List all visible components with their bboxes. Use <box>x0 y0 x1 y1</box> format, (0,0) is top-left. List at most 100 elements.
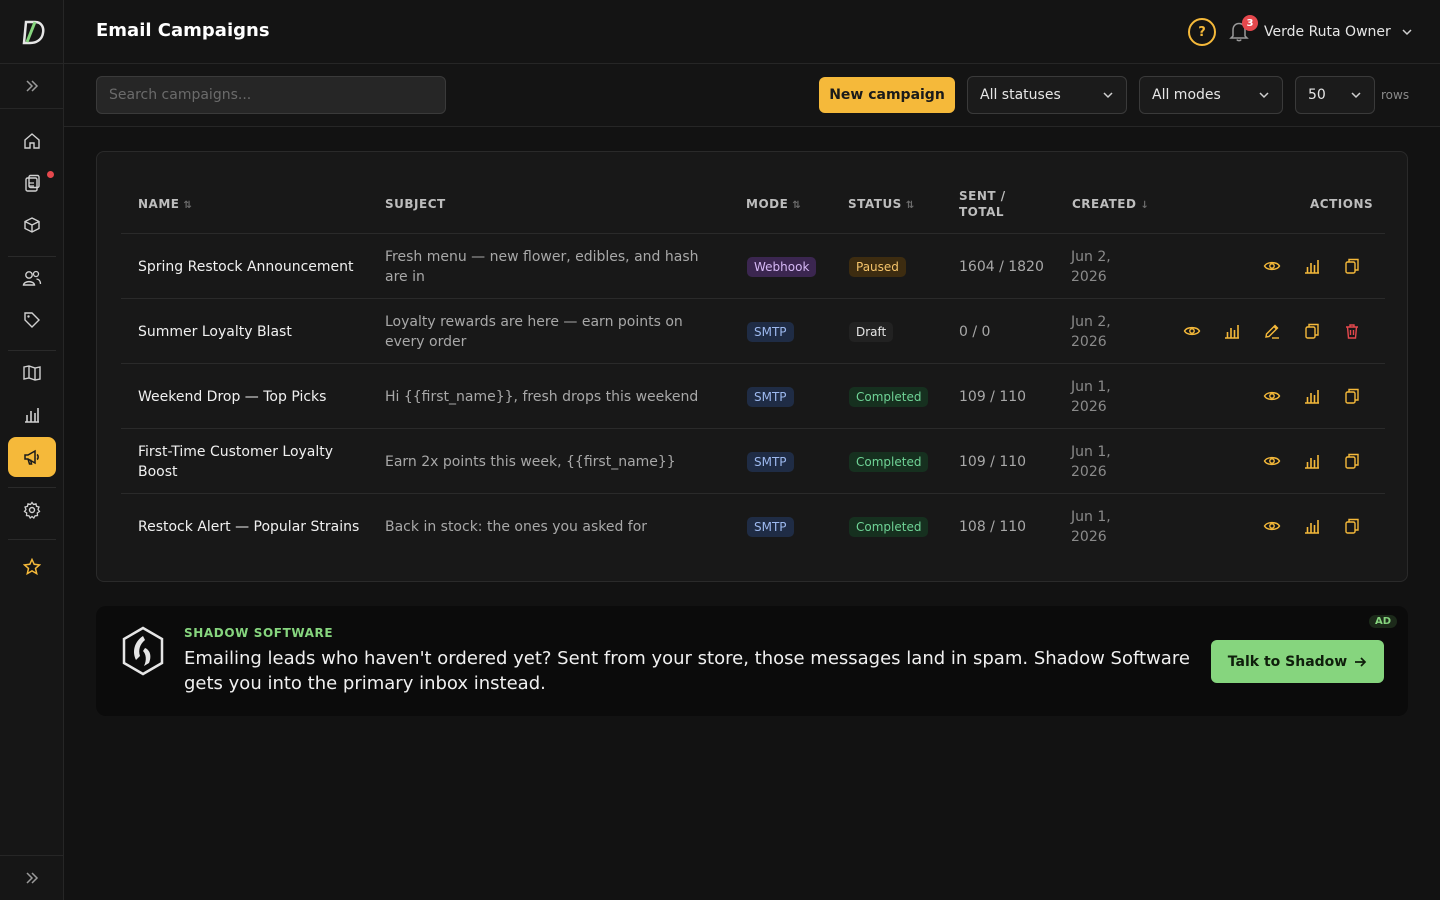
view-icon[interactable] <box>1262 451 1282 471</box>
column-header-mode[interactable]: MODE ⇅ <box>746 196 801 214</box>
created-date: Jun 2, 2026 <box>1071 248 1111 285</box>
ad-tag: AD <box>1369 615 1398 628</box>
view-icon[interactable] <box>1262 386 1282 406</box>
status-badge: Paused <box>849 256 906 277</box>
home-icon <box>24 133 40 149</box>
campaign-name[interactable]: First-Time Customer Loyalty Boost <box>138 429 368 494</box>
column-header-name[interactable]: NAME ⇅ <box>138 196 192 214</box>
shadow-software-logo <box>120 626 166 676</box>
sidebar-divider <box>8 539 56 540</box>
column-header-subject: SUBJECT <box>385 197 446 211</box>
user-menu[interactable]: Verde Ruta Owner <box>1264 20 1413 44</box>
table-row[interactable]: Summer Loyalty Blast Loyalty rewards are… <box>121 298 1385 363</box>
chevron-down-icon <box>1351 92 1361 99</box>
column-header-actions: ACTIONS <box>1310 197 1374 211</box>
sidebar-item-campaigns[interactable] <box>8 437 56 477</box>
stats-icon[interactable] <box>1302 516 1322 536</box>
duplicate-icon[interactable] <box>1342 256 1362 276</box>
campaign-name[interactable]: Weekend Drop — Top Picks <box>138 364 368 429</box>
table-row[interactable]: First-Time Customer Loyalty Boost Earn 2… <box>121 428 1385 493</box>
duplicate-icon[interactable] <box>1342 516 1362 536</box>
sidebar-item-docs[interactable] <box>8 353 56 393</box>
campaign-name[interactable]: Summer Loyalty Blast <box>138 299 368 364</box>
view-icon[interactable] <box>1182 321 1202 341</box>
delete-icon[interactable] <box>1342 321 1362 341</box>
sort-desc-icon: ↓ <box>1140 200 1150 211</box>
created-date: Jun 1, 2026 <box>1071 508 1111 545</box>
book-icon <box>23 365 41 381</box>
column-header-status[interactable]: STATUS ⇅ <box>848 196 915 214</box>
column-header-created[interactable]: CREATED ↓ <box>1072 196 1149 214</box>
mode-badge: SMTP <box>747 516 794 537</box>
campaign-subject: Back in stock: the ones you asked for <box>385 518 648 535</box>
ad-brand: SHADOW SOFTWARE <box>184 626 334 640</box>
campaigns-table: NAME ⇅ SUBJECT MODE ⇅ STATUS ⇅ SENT / TOTAL … <box>96 151 1408 582</box>
stats-icon[interactable] <box>1302 256 1322 276</box>
rows-label: rows <box>1381 88 1410 102</box>
table-row[interactable]: Restock Alert — Popular Strains Back in … <box>121 493 1385 558</box>
edit-icon[interactable] <box>1262 321 1282 341</box>
view-icon[interactable] <box>1262 516 1282 536</box>
rows-per-page-select[interactable]: 50 <box>1295 76 1375 114</box>
chevron-down-icon <box>1259 92 1269 99</box>
stats-icon[interactable] <box>1302 386 1322 406</box>
sidebar-item-settings[interactable] <box>8 490 56 530</box>
rows-per-page-value: 50 <box>1308 87 1326 103</box>
sidebar-expand-icon[interactable] <box>0 64 63 109</box>
sidebar-item-orders[interactable] <box>8 163 56 203</box>
page-title: Email Campaigns <box>96 20 270 41</box>
sidebar-divider <box>8 487 56 488</box>
campaign-subject: Loyalty rewards are here — earn points o… <box>385 313 683 350</box>
mode-filter-select[interactable]: All modes <box>1139 76 1283 114</box>
status-badge: Completed <box>849 516 929 537</box>
inventory-icon <box>24 217 40 233</box>
campaign-name[interactable]: Spring Restock Announcement <box>138 234 368 299</box>
help-icon[interactable]: ? <box>1188 18 1216 46</box>
sidebar-divider <box>8 350 56 351</box>
search-input[interactable] <box>96 76 446 114</box>
status-filter-value: All statuses <box>980 87 1061 103</box>
new-campaign-button[interactable]: New campaign <box>819 77 955 113</box>
megaphone-icon <box>24 449 39 465</box>
sidebar-item-home[interactable] <box>8 121 56 161</box>
sidebar-item-analytics[interactable] <box>8 395 56 435</box>
view-icon[interactable] <box>1262 256 1282 276</box>
notifications-button[interactable]: 3 <box>1228 15 1258 44</box>
sidebar-collapse-icon[interactable] <box>0 855 64 900</box>
table-row[interactable]: Weekend Drop — Top Picks Hi {{first_name… <box>121 363 1385 428</box>
sort-icon: ⇅ <box>905 200 915 211</box>
customers-icon <box>22 270 42 286</box>
duplicate-icon[interactable] <box>1342 386 1362 406</box>
arrow-right-icon <box>1355 656 1367 667</box>
column-header-sent-total[interactable]: SENT / TOTAL <box>959 188 1006 220</box>
notification-dot <box>47 171 54 178</box>
campaigns-toolbar: New campaign All statuses All modes 50 r… <box>64 64 1440 127</box>
created-date: Jun 2, 2026 <box>1071 313 1111 350</box>
stats-icon[interactable] <box>1222 321 1242 341</box>
app-logo[interactable] <box>0 0 63 64</box>
chevron-down-icon <box>1103 92 1113 99</box>
status-badge-cell: Completed <box>849 429 929 494</box>
sidebar-item-customers[interactable] <box>8 258 56 298</box>
status-badge-cell: Paused <box>849 234 906 299</box>
sidebar-item-favorites[interactable] <box>8 547 56 587</box>
sidebar-item-tags[interactable] <box>8 300 56 340</box>
duplicate-icon[interactable] <box>1302 321 1322 341</box>
sidebar-item-inventory[interactable] <box>8 205 56 245</box>
mode-badge-cell: Webhook <box>747 234 817 299</box>
stats-icon[interactable] <box>1302 451 1322 471</box>
status-filter-select[interactable]: All statuses <box>967 76 1127 114</box>
table-row[interactable]: Spring Restock Announcement Fresh menu —… <box>121 233 1385 298</box>
campaign-name[interactable]: Restock Alert — Popular Strains <box>138 494 368 559</box>
campaign-subject: Hi {{first_name}}, fresh drops this week… <box>385 388 699 405</box>
sent-total: 1604 / 1820 <box>959 258 1044 275</box>
duplicate-icon[interactable] <box>1342 451 1362 471</box>
sent-total: 0 / 0 <box>959 323 991 340</box>
talk-to-shadow-button[interactable]: Talk to Shadow <box>1211 640 1384 683</box>
analytics-icon <box>25 408 39 423</box>
sidebar <box>0 0 64 900</box>
status-badge: Draft <box>849 321 894 342</box>
created-date: Jun 1, 2026 <box>1071 378 1111 415</box>
star-icon <box>23 558 41 576</box>
mode-badge: SMTP <box>747 386 794 407</box>
